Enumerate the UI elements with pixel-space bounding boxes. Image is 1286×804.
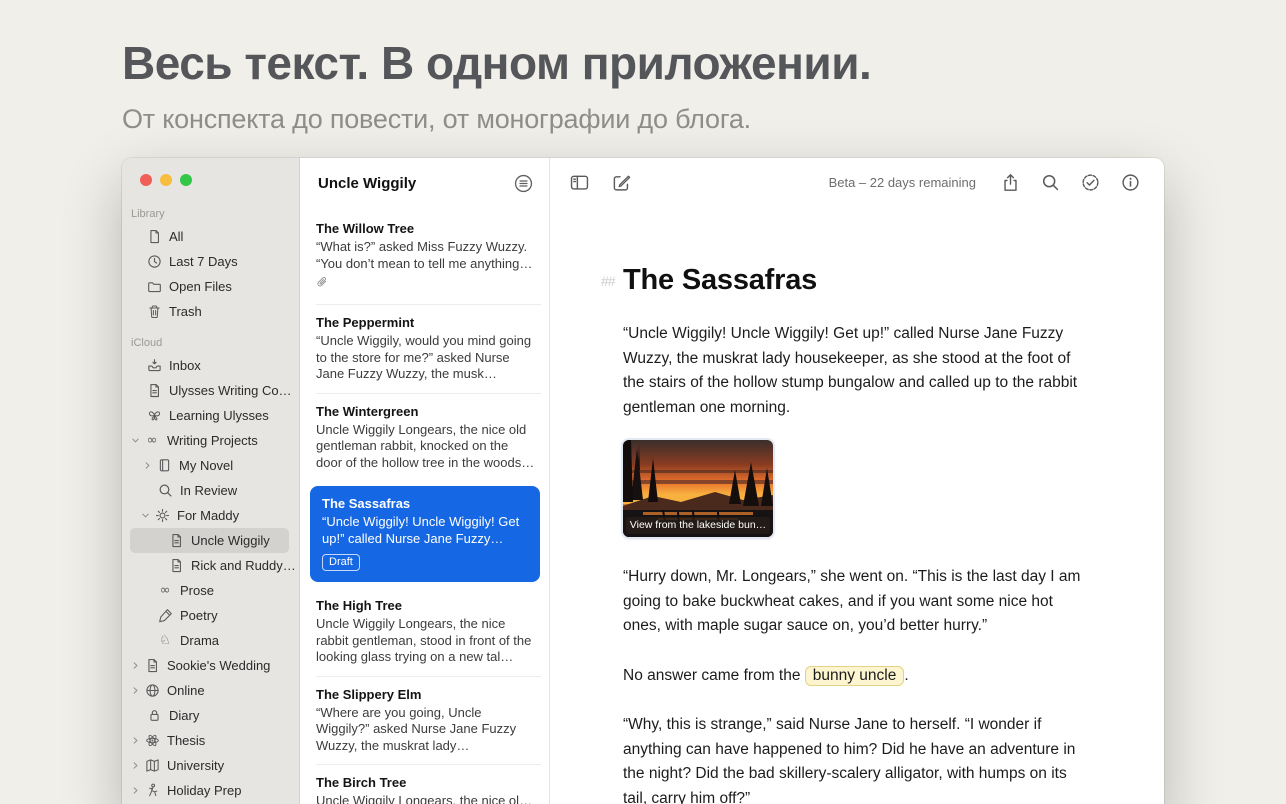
chevron-right-icon[interactable] — [143, 461, 156, 470]
share-icon[interactable] — [1001, 173, 1020, 192]
sheet-item-birch-tree[interactable]: The Birch Tree Uncle Wiggily Longears, t… — [300, 764, 549, 804]
map-icon — [144, 758, 160, 774]
pen-icon — [157, 608, 173, 624]
image-caption: View from the lakeside bun… — [626, 517, 770, 534]
editor-toolbar: Beta – 22 days remaining — [550, 158, 1164, 206]
book-icon — [156, 458, 172, 474]
chess-knight-icon: ♘ — [157, 633, 173, 649]
sidebar-item-inbox[interactable]: Inbox — [122, 353, 299, 378]
sidebar-item-learning-ulysses[interactable]: Learning Ulysses — [122, 403, 299, 428]
trash-icon — [146, 304, 162, 320]
chevron-right-icon[interactable] — [131, 736, 144, 745]
section-label-library: Library — [122, 208, 299, 220]
doc-icon — [144, 658, 160, 674]
butterfly-icon — [146, 408, 162, 424]
ulysses-window: Library All Last 7 Days Open Files Trash… — [122, 158, 1164, 804]
globe-icon — [144, 683, 160, 699]
zoom-button[interactable] — [180, 174, 192, 186]
inbox-icon — [146, 358, 162, 374]
folder-icon — [146, 279, 162, 295]
sidebar-item-all[interactable]: All — [122, 224, 299, 249]
search-filter-icon — [157, 483, 173, 499]
sidebar-item-poetry[interactable]: Poetry — [122, 603, 299, 628]
hero: Весь текст. В одном приложении. От консп… — [122, 36, 871, 135]
sheet-list: Uncle Wiggily The Willow Tree “What is?”… — [300, 158, 550, 804]
close-button[interactable] — [140, 174, 152, 186]
paragraph-1: “Uncle Wiggily! Uncle Wiggily! Get up!” … — [623, 322, 1081, 420]
sheet-heading: ## The Sassafras — [623, 264, 1081, 297]
sidebar-item-university[interactable]: University — [122, 753, 299, 778]
image-attachment[interactable]: View from the lakeside bun… — [623, 440, 773, 537]
paragraph-2: “Hurry down, Mr. Longears,” she went on.… — [623, 565, 1081, 639]
library-sidebar: Library All Last 7 Days Open Files Trash… — [122, 158, 300, 804]
section-label-icloud: iCloud — [122, 337, 299, 349]
chevron-down-icon[interactable] — [131, 436, 144, 445]
sheet-item-wintergreen[interactable]: The Wintergreen Uncle Wiggily Longears, … — [300, 393, 549, 482]
sidebar-toggle-icon[interactable] — [570, 173, 589, 192]
paperclip-icon — [316, 276, 535, 294]
sheet-list-title: Uncle Wiggily — [318, 175, 514, 192]
search-icon[interactable] — [1041, 173, 1060, 192]
hero-subtitle: От конспекта до повести, от монографии д… — [122, 104, 871, 135]
sidebar-item-writing-projects[interactable]: ∞ Writing Projects — [122, 428, 299, 453]
sidebar-item-in-review[interactable]: In Review — [122, 478, 299, 503]
sidebar-item-uncle-wiggily[interactable]: Uncle Wiggily — [130, 528, 289, 553]
chevron-down-icon[interactable] — [141, 511, 154, 520]
atom-icon — [144, 733, 160, 749]
page-icon — [146, 229, 162, 245]
sidebar-item-ulysses-writing[interactable]: Ulysses Writing Co… — [122, 378, 299, 403]
clock-icon — [146, 254, 162, 270]
info-icon[interactable] — [1121, 173, 1140, 192]
sidebar-item-my-novel[interactable]: My Novel — [122, 453, 299, 478]
sidebar-item-drama[interactable]: ♘ Drama — [122, 628, 299, 653]
beta-status: Beta – 22 days remaining — [829, 175, 976, 190]
seal-check-icon[interactable] — [1081, 173, 1100, 192]
lock-icon — [146, 708, 162, 724]
annotation-highlight[interactable]: bunny uncle — [805, 666, 905, 686]
sidebar-item-for-maddy[interactable]: For Maddy — [122, 503, 299, 528]
markdown-heading-marker: ## — [601, 273, 615, 289]
chevron-right-icon[interactable] — [131, 761, 144, 770]
infinity-icon: ∞ — [157, 583, 173, 599]
sidebar-item-open-files[interactable]: Open Files — [122, 274, 299, 299]
sidebar-item-prose[interactable]: ∞ Prose — [122, 578, 299, 603]
editor-content[interactable]: ## The Sassafras “Uncle Wiggily! Uncle W… — [550, 206, 1090, 804]
sidebar-item-holiday-prep[interactable]: Holiday Prep — [122, 778, 299, 803]
chevron-right-icon[interactable] — [131, 686, 144, 695]
sidebar-item-diary[interactable]: Diary — [122, 703, 299, 728]
sheet-list-header: Uncle Wiggily — [300, 158, 549, 202]
doc-icon — [146, 383, 162, 399]
paragraph-3: No answer came from the bunny uncle. — [623, 664, 1081, 689]
sidebar-item-last-7-days[interactable]: Last 7 Days — [122, 249, 299, 274]
sheet-item-slippery-elm[interactable]: The Slippery Elm “Where are you going, U… — [300, 676, 549, 765]
draft-badge: Draft — [322, 554, 360, 571]
paragraph-4: “Why, this is strange,” said Nurse Jane … — [623, 713, 1081, 804]
compose-icon[interactable] — [612, 173, 631, 192]
editor-pane[interactable]: Beta – 22 days remaining ## The Sassafra… — [550, 158, 1164, 804]
doc-icon — [168, 558, 184, 574]
window-controls — [122, 174, 299, 186]
minimize-button[interactable] — [160, 174, 172, 186]
sidebar-item-rick-and-ruddy[interactable]: Rick and Ruddy… — [122, 553, 299, 578]
sheet-item-high-tree[interactable]: The High Tree Uncle Wiggily Longears, th… — [300, 587, 549, 676]
filter-circle-icon[interactable] — [514, 174, 533, 193]
sidebar-item-online[interactable]: Online — [122, 678, 299, 703]
walker-icon — [144, 783, 160, 799]
doc-icon — [168, 533, 184, 549]
sidebar-item-sookies-wedding[interactable]: Sookie's Wedding — [122, 653, 299, 678]
sidebar-item-thesis[interactable]: Thesis — [122, 728, 299, 753]
sheet-item-peppermint[interactable]: The Peppermint “Uncle Wiggily, would you… — [300, 304, 549, 393]
sheet-item-sassafras[interactable]: The Sassafras “Uncle Wiggily! Uncle Wigg… — [310, 486, 540, 582]
chevron-right-icon[interactable] — [131, 786, 144, 795]
chevron-right-icon[interactable] — [131, 661, 144, 670]
sun-icon — [154, 508, 170, 524]
infinity-icon: ∞ — [144, 433, 160, 449]
sheet-item-willow-tree[interactable]: The Willow Tree “What is?” asked Miss Fu… — [300, 210, 549, 304]
sidebar-item-trash[interactable]: Trash — [122, 299, 299, 324]
hero-title: Весь текст. В одном приложении. — [122, 36, 871, 90]
